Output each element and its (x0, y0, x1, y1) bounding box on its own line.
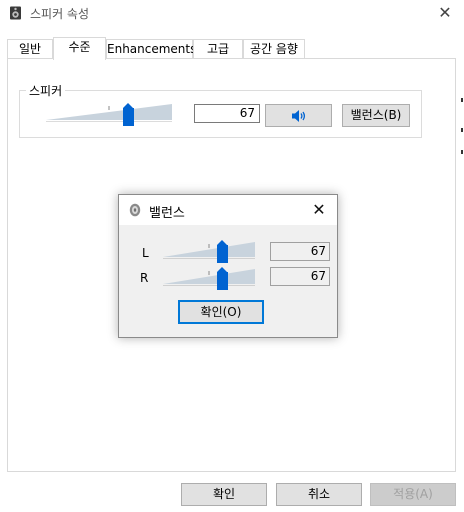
balance-dialog-title-bar: 밸런스 ✕ (119, 195, 337, 225)
balance-dialog: 밸런스 ✕ L 67 R 67 확인(O) (118, 194, 338, 338)
tab-general[interactable]: 일반 (7, 39, 53, 59)
left-channel-value[interactable]: 67 (270, 242, 330, 261)
window-edge (460, 0, 464, 512)
balance-ok-button[interactable]: 확인(O) (178, 300, 264, 324)
volume-slider-thumb[interactable] (123, 103, 135, 126)
balance-dialog-title: 밸런스 (149, 206, 185, 221)
ok-button[interactable]: 확인 (181, 483, 267, 506)
right-channel-track (163, 269, 255, 286)
tab-levels[interactable]: 수준 (53, 37, 106, 60)
left-channel-slider[interactable] (161, 238, 257, 263)
speaker-group-label: 스피커 (26, 82, 66, 99)
right-channel-slider[interactable] (161, 265, 257, 290)
apply-button[interactable]: 적용(A) (370, 483, 456, 506)
balance-button[interactable]: 밸런스(B) (342, 104, 410, 127)
tab-advanced[interactable]: 고급 (193, 39, 243, 59)
tab-enhancements[interactable]: Enhancements (106, 39, 196, 59)
left-channel-thumb[interactable] (217, 240, 229, 263)
volume-value-field[interactable]: 67 (194, 104, 260, 123)
speaker-icon (292, 110, 306, 122)
close-icon[interactable]: ✕ (434, 3, 456, 23)
volume-slider[interactable] (44, 100, 174, 126)
tab-spatial-sound[interactable]: 공간 음향 (243, 39, 305, 59)
right-channel-value[interactable]: 67 (270, 267, 330, 286)
speaker-app-icon (10, 6, 21, 20)
window-title: 스피커 속성 (30, 7, 90, 21)
close-icon[interactable]: ✕ (309, 200, 329, 220)
left-channel-track (163, 242, 255, 259)
volume-slider-track (46, 104, 172, 122)
speaker-icon (129, 203, 141, 217)
mute-button[interactable] (265, 104, 332, 127)
right-channel-thumb[interactable] (217, 267, 229, 290)
cancel-button[interactable]: 취소 (276, 483, 362, 506)
left-channel-label: L (142, 246, 149, 260)
right-channel-label: R (140, 271, 149, 285)
title-bar: 스피커 속성 ✕ (0, 0, 464, 28)
